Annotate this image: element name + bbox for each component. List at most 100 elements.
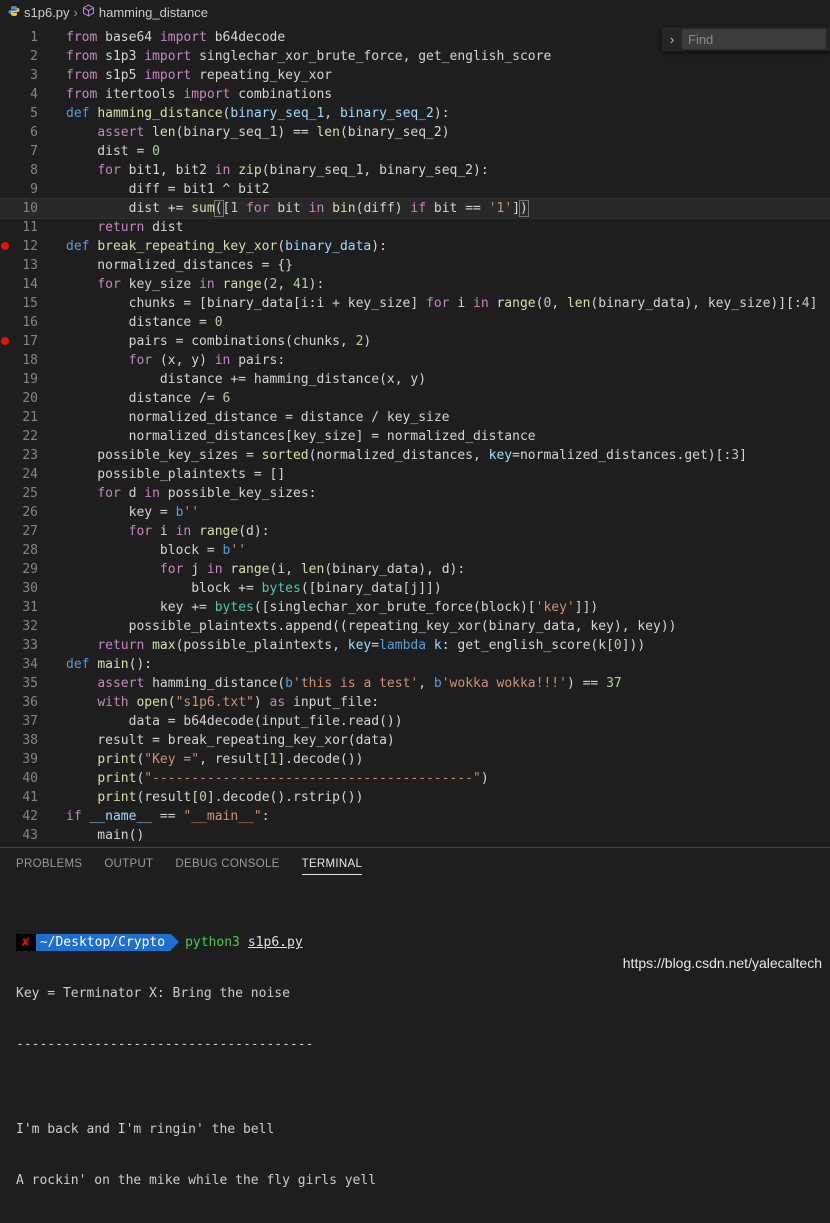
code-line[interactable]: 27 for i in range(d): <box>0 522 830 541</box>
line-number: 24 <box>22 467 38 482</box>
code-line[interactable]: 16 distance = 0 <box>0 313 830 332</box>
code-text: for bit1, bit2 in zip(binary_seq_1, bina… <box>97 163 489 178</box>
terminal-output-line: -------------------------------------- <box>16 1037 314 1052</box>
line-number: 37 <box>22 714 38 729</box>
line-number: 40 <box>22 771 38 786</box>
code-line[interactable]: 30 block += bytes([binary_data[j]]) <box>0 579 830 598</box>
code-line[interactable]: 39 print("Key =", result[1].decode()) <box>0 750 830 769</box>
watermark: https://blog.csdn.net/yalecaltech <box>622 955 822 971</box>
code-line[interactable]: 4 from itertools import combinations <box>0 85 830 104</box>
chevron-right-icon[interactable]: › <box>662 32 682 47</box>
line-number: 30 <box>22 581 38 596</box>
line-number: 13 <box>22 258 38 273</box>
code-line[interactable]: 3 from s1p5 import repeating_key_xor <box>0 66 830 85</box>
code-text: print(result[0].decode().rstrip()) <box>97 790 364 805</box>
code-text: if __name__ == "__main__": <box>66 809 270 824</box>
tab-terminal[interactable]: TERMINAL <box>301 858 363 875</box>
code-line[interactable]: 6 assert len(binary_seq_1) == len(binary… <box>0 123 830 142</box>
code-text: from base64 import b64decode <box>66 30 286 45</box>
line-number: 36 <box>22 695 38 710</box>
code-line[interactable]: 9 diff = bit1 ^ bit2 <box>0 180 830 199</box>
code-text: print("Key =", result[1].decode()) <box>97 752 364 767</box>
line-number: 4 <box>30 87 38 102</box>
code-line[interactable]: 35 assert hamming_distance(b'this is a t… <box>0 674 830 693</box>
code-text: from s1p3 import singlechar_xor_brute_fo… <box>66 49 552 64</box>
line-number: 18 <box>22 353 38 368</box>
line-number: 20 <box>22 391 38 406</box>
code-line[interactable]: 15 chunks = [binary_data[i:i + key_size]… <box>0 294 830 313</box>
find-input[interactable]: Find <box>682 29 826 49</box>
code-text: block = b'' <box>66 543 247 558</box>
code-line[interactable]: 21 normalized_distance = distance / key_… <box>0 408 830 427</box>
code-editor[interactable]: 1 from base64 import b64decode 2 from s1p3 … <box>0 26 830 847</box>
code-line[interactable]: 13 normalized_distances = {} <box>0 256 830 275</box>
code-line[interactable]: 11 return dist <box>0 218 830 237</box>
code-line[interactable]: 7 dist = 0 <box>0 142 830 161</box>
code-line[interactable]: 37 data = b64decode(input_file.read()) <box>0 712 830 731</box>
code-line[interactable]: 40 print("------------------------------… <box>0 769 830 788</box>
code-line[interactable]: 28 block = b'' <box>0 541 830 560</box>
line-number: 6 <box>30 125 38 140</box>
code-line[interactable]: 25 for d in possible_key_sizes: <box>0 484 830 503</box>
line-number: 34 <box>22 657 38 672</box>
line-number: 35 <box>22 676 38 691</box>
python-file-icon <box>8 5 20 20</box>
code-line[interactable]: 36 with open("s1p6.txt") as input_file: <box>0 693 830 712</box>
code-text: distance = 0 <box>66 315 223 330</box>
code-line[interactable]: 38 result = break_repeating_key_xor(data… <box>0 731 830 750</box>
code-line[interactable]: 20 distance /= 6 <box>0 389 830 408</box>
terminal-output-line: Key = Terminator X: Bring the noise <box>16 986 290 1001</box>
symbol-method-icon <box>82 4 95 20</box>
prompt-command: python3 <box>185 935 240 950</box>
code-text: block += bytes([binary_data[j]]) <box>66 581 442 596</box>
code-line[interactable]: 29 for j in range(i, len(binary_data), d… <box>0 560 830 579</box>
code-line[interactable]: 10 dist += sum([1 for bit in bin(diff) i… <box>0 198 830 219</box>
code-text: assert hamming_distance(b'this is a test… <box>97 676 622 691</box>
code-line[interactable]: 19 distance += hamming_distance(x, y) <box>0 370 830 389</box>
line-number: 12 <box>22 239 38 254</box>
code-line[interactable]: 5 def hamming_distance(binary_seq_1, bina… <box>0 104 830 123</box>
line-number: 9 <box>30 182 38 197</box>
code-text: normalized_distance = distance / key_siz… <box>66 410 450 425</box>
code-text: for d in possible_key_sizes: <box>97 486 317 501</box>
code-line[interactable]: 43 main() <box>0 826 830 845</box>
line-number: 2 <box>30 49 38 64</box>
line-number: 19 <box>22 372 38 387</box>
code-text: normalized_distances = {} <box>66 258 293 273</box>
code-text: dist = 0 <box>66 144 160 159</box>
code-line[interactable]: 42 if __name__ == "__main__": <box>0 807 830 826</box>
code-text: def main(): <box>66 657 153 672</box>
terminal[interactable]: ✘ ~/Desktop/Crypto python3 s1p6.py Key =… <box>16 900 376 1223</box>
code-text: return dist <box>97 220 184 235</box>
line-number: 3 <box>30 68 38 83</box>
code-line[interactable]: 24 possible_plaintexts = [] <box>0 465 830 484</box>
code-line[interactable]: 17 pairs = combinations(chunks, 2) <box>0 332 830 351</box>
code-line[interactable]: 18 for (x, y) in pairs: <box>0 351 830 370</box>
code-text: from itertools import combinations <box>66 87 333 102</box>
code-line[interactable]: 12 def break_repeating_key_xor(binary_dat… <box>0 237 830 256</box>
code-text: data = b64decode(input_file.read()) <box>66 714 403 729</box>
line-number: 15 <box>22 296 38 311</box>
code-line[interactable]: 22 normalized_distances[key_size] = norm… <box>0 427 830 446</box>
code-line[interactable]: 14 for key_size in range(2, 41): <box>0 275 830 294</box>
line-number: 28 <box>22 543 38 558</box>
breadcrumb-symbol[interactable]: hamming_distance <box>99 5 208 20</box>
line-number: 14 <box>22 277 38 292</box>
code-line[interactable]: 32 possible_plaintexts.append((repeating… <box>0 617 830 636</box>
code-line[interactable]: 41 print(result[0].decode().rstrip()) <box>0 788 830 807</box>
code-line[interactable]: 26 key = b'' <box>0 503 830 522</box>
prompt-directory: ~/Desktop/Crypto <box>35 934 180 951</box>
code-line[interactable]: 23 possible_key_sizes = sorted(normalize… <box>0 446 830 465</box>
code-line[interactable]: 34 def main(): <box>0 655 830 674</box>
tab-problems[interactable]: PROBLEMS <box>16 858 82 875</box>
line-number: 31 <box>22 600 38 615</box>
code-text: normalized_distances[key_size] = normali… <box>66 429 536 444</box>
line-number: 23 <box>22 448 38 463</box>
code-line[interactable]: 33 return max(possible_plaintexts, key=l… <box>0 636 830 655</box>
code-line[interactable]: 31 key += bytes([singlechar_xor_brute_fo… <box>0 598 830 617</box>
breadcrumb-file[interactable]: s1p6.py <box>24 5 70 20</box>
tab-debug-console[interactable]: DEBUG CONSOLE <box>175 858 279 875</box>
code-line[interactable]: 8 for bit1, bit2 in zip(binary_seq_1, bi… <box>0 161 830 180</box>
code-text: for i in range(d): <box>128 524 270 539</box>
tab-output[interactable]: OUTPUT <box>104 858 153 875</box>
